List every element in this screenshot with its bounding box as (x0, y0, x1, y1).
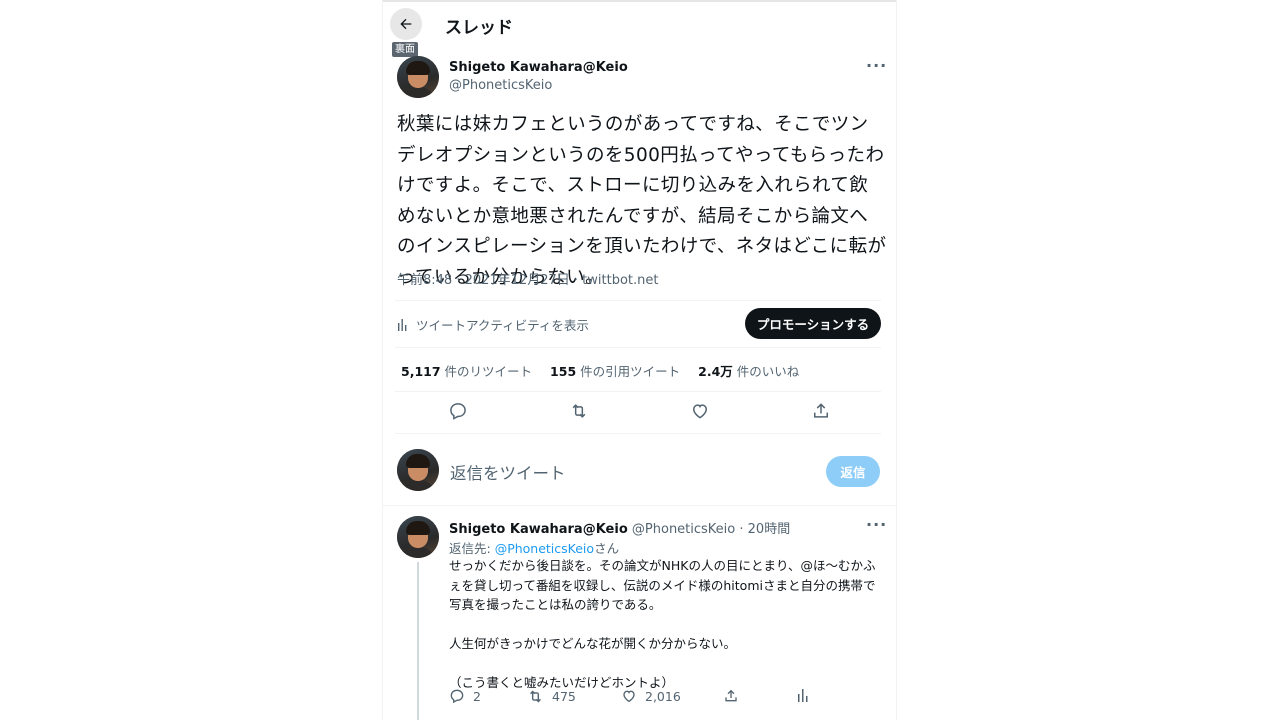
avatar[interactable] (397, 56, 439, 98)
like-count: 2,016 (645, 688, 681, 704)
reply-retweet-button[interactable]: 475 (527, 688, 576, 705)
retweet-button[interactable] (569, 401, 589, 421)
reply-reply-button[interactable]: 2 (449, 688, 481, 704)
tweet-stats: 5,117 件のリツイート 155 件の引用ツイート 2.4万 件のいいね (401, 361, 799, 380)
divider (395, 300, 881, 301)
retweet-icon (572, 404, 586, 418)
reply-icon (450, 689, 464, 704)
reply-count: 2 (473, 688, 481, 704)
reply-to-prefix: 返信先: (449, 541, 495, 556)
reply-author-handle[interactable]: @PhoneticsKeio (632, 522, 735, 537)
reply-author-name[interactable]: Shigeto Kawahara@Keio (449, 522, 628, 537)
retweet-count: 475 (552, 689, 576, 704)
quotes-label: 件の引用ツイート (580, 364, 681, 379)
tweet-meta[interactable]: 午前8:48 · 2021年12月27日 · twittbot.net (397, 269, 658, 288)
reply-input[interactable]: 返信をツイート (450, 460, 566, 484)
divider (395, 433, 881, 434)
retweets-label: 件のリツイート (444, 364, 533, 379)
reply-header: Shigeto Kawahara@Keio @PhoneticsKeio · 2… (449, 518, 790, 537)
like-icon (623, 690, 635, 703)
likes-count: 2.4万 (698, 364, 733, 379)
back-arrow-icon (400, 18, 412, 30)
share-button[interactable] (811, 401, 831, 421)
reply-analytics-button[interactable] (797, 688, 810, 702)
reply-avatar[interactable] (397, 516, 439, 558)
tweet-text: 秋葉には妹カフェというのがあってですね、そこでツンデレオプションというのを500… (397, 114, 887, 288)
bar-chart-icon (398, 319, 407, 331)
quotes-stat[interactable]: 155 件の引用ツイート (550, 361, 680, 380)
divider (395, 391, 881, 392)
reply-like-button[interactable]: 2,016 (621, 688, 681, 704)
reply-share-button[interactable] (723, 688, 739, 704)
back-tooltip: 裏面 (392, 42, 418, 57)
timeline-column: 裏面 スレッド Shigeto Kawahara@Keio @Phonetics… (382, 0, 897, 720)
more-icon[interactable]: ··· (866, 56, 887, 75)
retweet-icon (530, 690, 541, 703)
tweet-actions (383, 401, 896, 423)
bar-chart-icon (798, 689, 808, 702)
like-button[interactable] (690, 401, 710, 421)
likes-label: 件のいいね (736, 364, 800, 379)
reply-to-handle[interactable]: @PhoneticsKeio (495, 541, 594, 556)
divider (395, 347, 881, 348)
divider (383, 505, 896, 506)
reply-actions: 2 475 2,016 (383, 688, 896, 708)
quotes-count: 155 (550, 364, 577, 379)
like-icon (692, 404, 708, 419)
promote-button[interactable]: プロモーションする (745, 308, 881, 339)
top-border (383, 0, 896, 2)
retweets-stat[interactable]: 5,117 件のリツイート (401, 361, 532, 380)
reply-submit-button[interactable]: 返信 (826, 456, 880, 487)
author-name[interactable]: Shigeto Kawahara@Keio (449, 60, 628, 75)
reply-more-icon[interactable]: ··· (866, 515, 887, 534)
reply-text: せっかくだから後日談を。その論文がNHKの人の目にとまり、@ほ〜むかふぇを貸し切… (449, 558, 876, 690)
tweet-activity-link[interactable]: ツイートアクティビティを表示 (397, 315, 589, 334)
back-button[interactable] (390, 8, 422, 40)
author-handle[interactable]: @PhoneticsKeio (449, 78, 552, 93)
page-title: スレッド (445, 18, 513, 38)
share-icon (814, 403, 828, 418)
activity-label: ツイートアクティビティを表示 (416, 318, 589, 333)
reply-time[interactable]: · 20時間 (739, 522, 790, 537)
reply-button[interactable] (448, 401, 468, 421)
share-icon (725, 689, 737, 702)
likes-stat[interactable]: 2.4万 件のいいね (698, 361, 799, 380)
retweets-count: 5,117 (401, 364, 441, 379)
reply-to: 返信先: @PhoneticsKeioさん (449, 538, 619, 557)
composer-avatar[interactable] (397, 449, 439, 491)
reply-to-suffix: さん (594, 541, 620, 556)
reply-icon (450, 403, 466, 420)
